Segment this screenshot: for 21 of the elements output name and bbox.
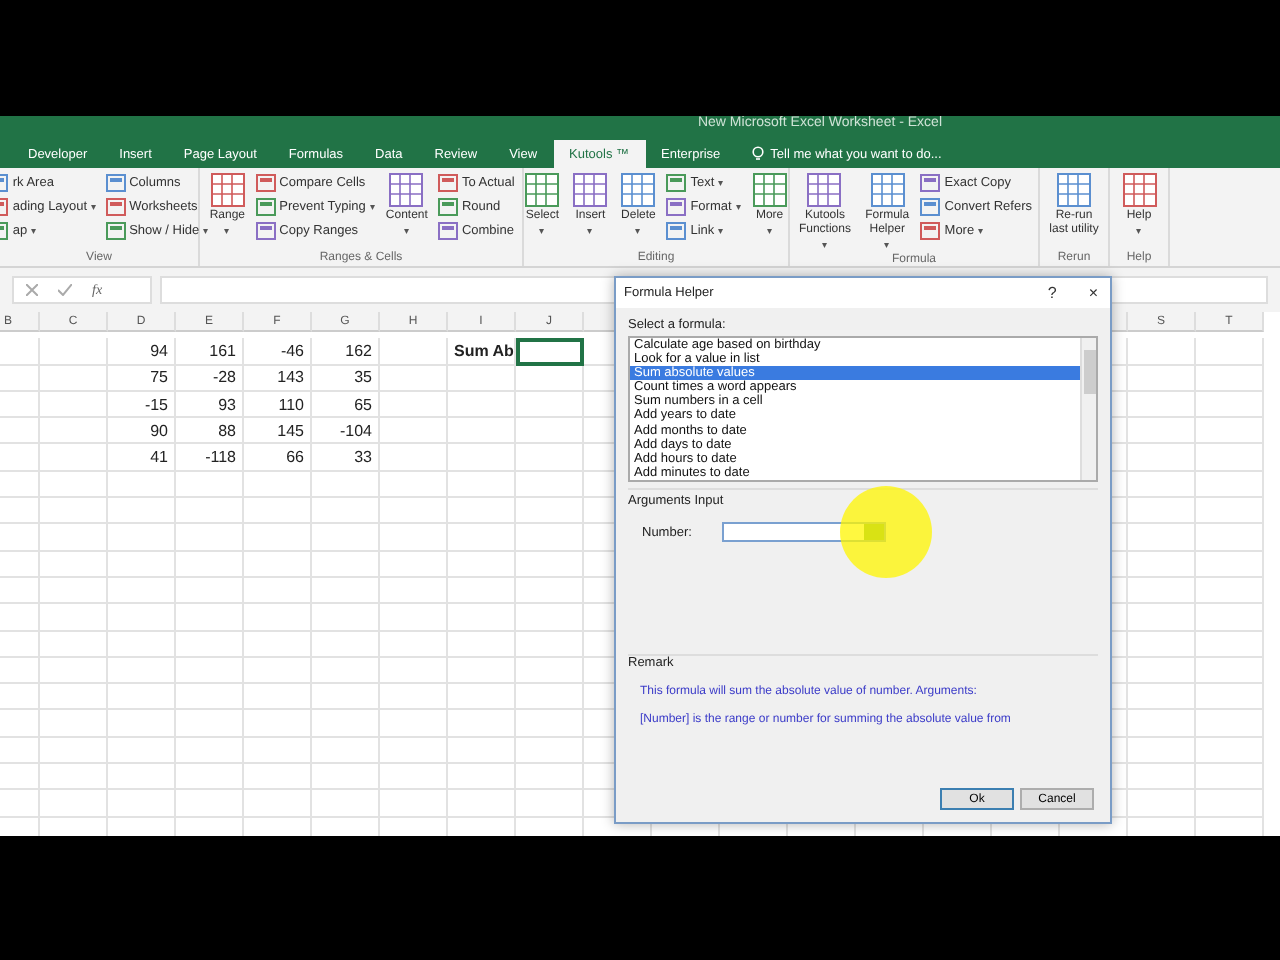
table-cell: 65 (312, 391, 380, 419)
table-cell: 110 (244, 391, 312, 419)
table-cell: 161 (176, 338, 244, 366)
table-cell: 33 (312, 444, 380, 472)
table-cell: 41 (108, 444, 176, 472)
table-cell: Sum Ab (448, 338, 516, 366)
table-cell: -15 (108, 391, 176, 419)
table-cell: 90 (108, 418, 176, 445)
table-cell: -118 (176, 444, 244, 472)
table-cell: 143 (244, 365, 312, 392)
table-cell: 66 (244, 444, 312, 472)
table-cell: 145 (244, 418, 312, 445)
table-cell: -46 (244, 338, 312, 366)
table-cell: -28 (176, 365, 244, 392)
table-cell: 88 (176, 418, 244, 445)
table-cell: 94 (108, 338, 176, 366)
table-cell: -104 (312, 418, 380, 445)
table-cell: 75 (108, 365, 176, 392)
table-cell: 162 (312, 338, 380, 366)
table-cell: 93 (176, 391, 244, 419)
table-cell: 35 (312, 365, 380, 392)
